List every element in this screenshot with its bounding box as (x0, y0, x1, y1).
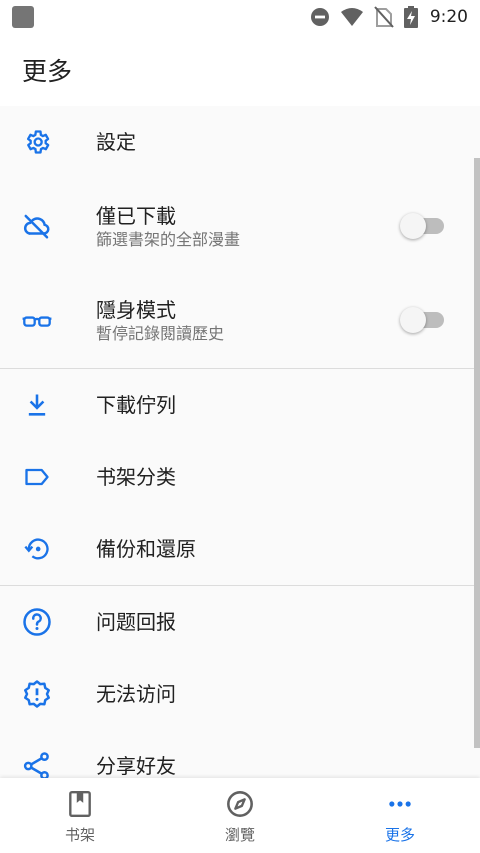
menu-item-report-issue[interactable]: 问题回报 (0, 586, 480, 658)
do-not-disturb-icon (310, 8, 329, 26)
incognito-label: 隱身模式 (96, 298, 176, 322)
incognito-subtitle: 暫停記錄閱讀歷史 (96, 324, 225, 343)
no-sim-icon (374, 6, 394, 28)
share-icon (22, 751, 52, 778)
menu-item-download-queue[interactable]: 下載佇列 (0, 369, 480, 441)
menu-item-downloaded-only[interactable]: 僅已下載 篩選書架的全部漫畫 (0, 178, 480, 274)
nav-item-browse[interactable]: 瀏覽 (160, 778, 320, 853)
categories-label: 书架分类 (96, 465, 176, 489)
download-icon (22, 390, 52, 420)
switch-knob (400, 307, 426, 333)
help-circle-icon (22, 607, 52, 637)
app-notification-icon (12, 6, 34, 28)
report-issue-label: 问题回报 (96, 610, 176, 634)
nav-label-more: 更多 (384, 826, 415, 844)
compass-icon (227, 791, 253, 817)
more-menu-list[interactable]: 設定 僅已下載 篩選書架的全部漫畫 隱身模式 暫停記錄閱讀歷史 下載佇列 书架分… (0, 106, 480, 778)
more-dots-icon (389, 801, 411, 807)
menu-item-categories[interactable]: 书架分类 (0, 441, 480, 513)
glasses-icon (22, 306, 52, 336)
label-icon (22, 462, 52, 492)
bookmark-book-icon (69, 790, 91, 818)
incognito-switch[interactable] (400, 307, 444, 333)
switch-knob (400, 213, 426, 239)
downloaded-only-subtitle: 篩選書架的全部漫畫 (96, 230, 241, 249)
bottom-navigation: 书架 瀏覽 更多 (0, 778, 480, 853)
scrollbar[interactable] (474, 158, 480, 748)
status-icons: 9:20 (310, 6, 468, 28)
nav-item-more[interactable]: 更多 (320, 778, 480, 853)
status-bar: 9:20 (0, 0, 480, 34)
status-time: 9:20 (429, 7, 468, 27)
alert-badge-icon (22, 679, 52, 709)
download-queue-label: 下載佇列 (96, 393, 176, 417)
app-bar: 更多 (0, 34, 480, 106)
backup-restore-label: 備份和還原 (96, 537, 196, 561)
menu-item-incognito[interactable]: 隱身模式 暫停記錄閱讀歷史 (0, 274, 480, 368)
cannot-access-label: 无法访问 (96, 682, 176, 706)
menu-item-share-friends[interactable]: 分享好友 (0, 730, 480, 778)
battery-charging-icon (403, 6, 418, 28)
restore-icon (22, 534, 52, 564)
gear-icon (22, 127, 52, 157)
downloaded-only-switch[interactable] (400, 213, 444, 239)
share-friends-label: 分享好友 (96, 754, 176, 778)
menu-item-cannot-access[interactable]: 无法访问 (0, 658, 480, 730)
cloud-off-icon (22, 211, 52, 241)
menu-item-settings[interactable]: 設定 (0, 106, 480, 178)
page-title: 更多 (22, 57, 73, 86)
nav-label-browse: 瀏覽 (224, 826, 255, 844)
nav-item-library[interactable]: 书架 (0, 778, 160, 853)
settings-label: 設定 (96, 130, 136, 154)
nav-label-library: 书架 (64, 826, 95, 844)
menu-item-backup-restore[interactable]: 備份和還原 (0, 513, 480, 585)
wifi-icon (340, 8, 363, 26)
downloaded-only-label: 僅已下載 (96, 204, 176, 228)
